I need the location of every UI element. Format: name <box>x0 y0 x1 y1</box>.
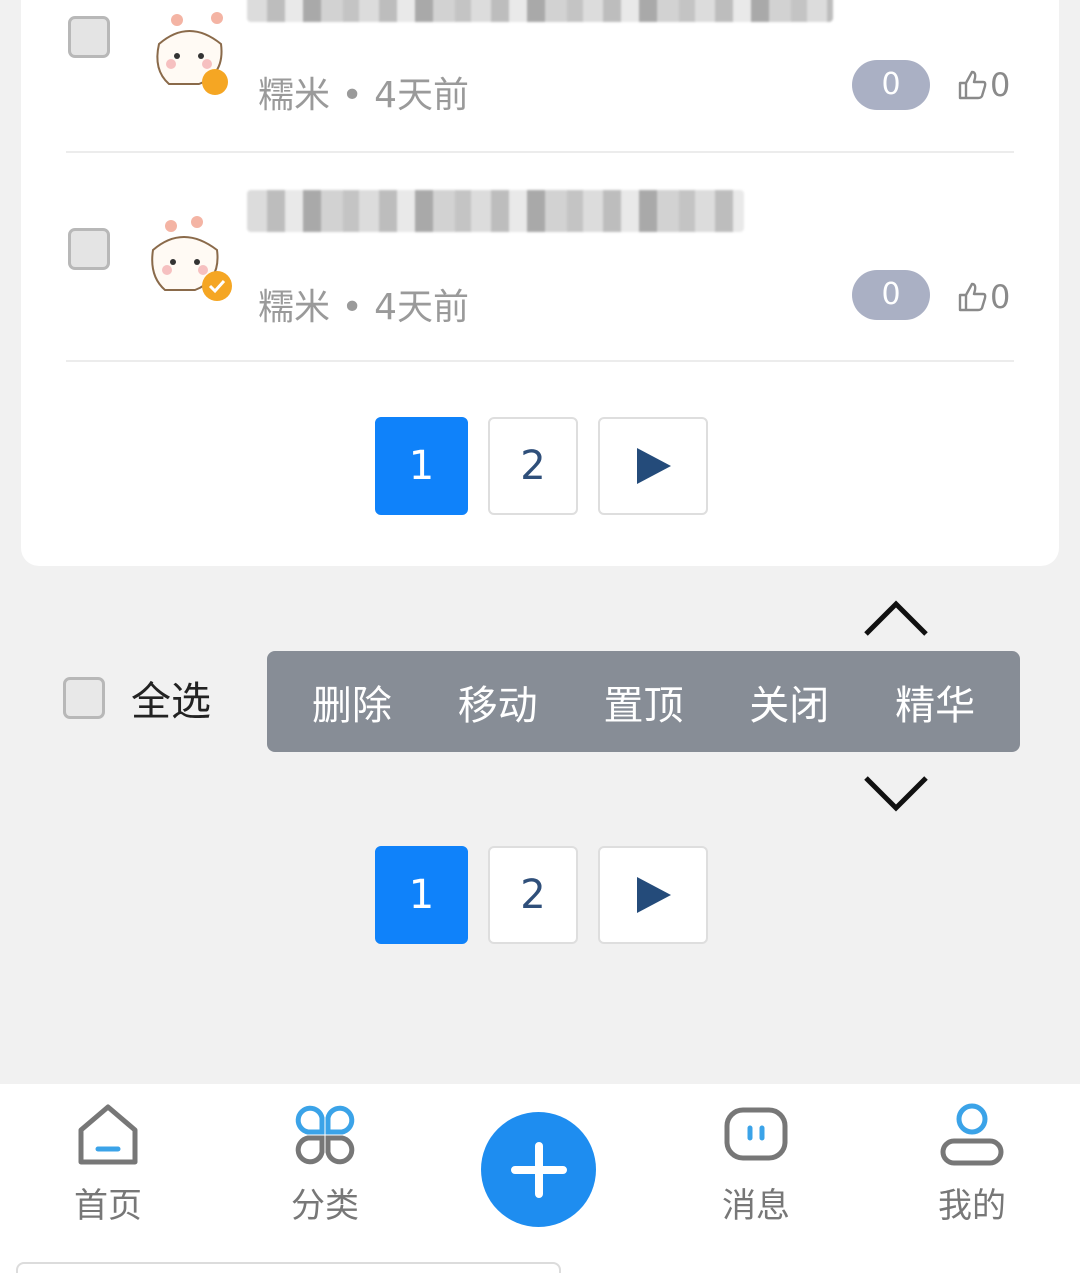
avatar[interactable] <box>139 4 239 104</box>
meta-separator: • <box>341 287 363 328</box>
page-button-2[interactable]: 2 <box>488 846 578 944</box>
post-author: 糯米 <box>258 287 331 328</box>
post-author: 糯米 <box>258 75 331 116</box>
post-time: 4天前 <box>374 287 470 328</box>
input-bar-edge <box>16 1262 561 1273</box>
pin-button[interactable]: 置顶 <box>603 673 683 731</box>
tab-home-label: 首页 <box>74 1186 142 1226</box>
plus-icon <box>510 1141 567 1198</box>
message-icon <box>724 1107 788 1161</box>
post-meta: 糯米 • 4天前 <box>258 278 469 330</box>
screen: 糯米 • 4天前 0 0 糯米 • 4天前 0 0 1 2 全选 删除 移动 置… <box>0 0 1080 1273</box>
reply-count-badge: 0 <box>852 270 930 320</box>
avatar[interactable] <box>139 210 239 310</box>
tab-mine-label: 我的 <box>938 1186 1006 1226</box>
tab-messages[interactable]: 消息 <box>681 1084 831 1227</box>
pagination-bottom: 1 2 <box>375 846 708 944</box>
divider <box>66 151 1014 153</box>
select-all[interactable]: 全选 <box>63 669 211 727</box>
post-time: 4天前 <box>374 75 470 116</box>
move-button[interactable]: 移动 <box>458 673 538 731</box>
select-all-label: 全选 <box>131 679 211 725</box>
close-button[interactable]: 关闭 <box>749 673 829 731</box>
thumbs-up-icon <box>958 282 987 312</box>
batch-action-bar: 删除 移动 置顶 关闭 精华 <box>267 651 1020 752</box>
like-count: 0 <box>990 66 1011 104</box>
post-title[interactable] <box>247 0 833 22</box>
page-button-1[interactable]: 1 <box>375 846 468 944</box>
play-arrow-icon <box>637 877 671 913</box>
add-post-button[interactable] <box>481 1112 596 1227</box>
like-count: 0 <box>990 278 1011 316</box>
post-meta: 糯米 • 4天前 <box>258 66 469 118</box>
post-checkbox[interactable] <box>68 228 110 270</box>
next-page-button[interactable] <box>598 417 708 515</box>
category-icon <box>295 1105 355 1165</box>
chevron-down-icon[interactable] <box>862 772 930 816</box>
tab-mine[interactable]: 我的 <box>897 1084 1047 1227</box>
meta-separator: • <box>341 75 363 116</box>
tab-category[interactable]: 分类 <box>250 1084 400 1227</box>
featured-button[interactable]: 精华 <box>895 673 975 731</box>
play-arrow-icon <box>637 448 671 484</box>
pagination-top: 1 2 <box>375 417 708 515</box>
select-all-checkbox[interactable] <box>63 677 105 719</box>
bottom-tab-bar: 首页 分类 消息 我的 <box>0 1084 1080 1273</box>
reply-count-badge: 0 <box>852 60 930 110</box>
like-button[interactable]: 0 <box>956 278 1010 316</box>
chevron-up-icon[interactable] <box>862 596 930 640</box>
delete-button[interactable]: 删除 <box>312 673 392 731</box>
post-checkbox[interactable] <box>68 16 110 58</box>
like-button[interactable]: 0 <box>956 66 1010 104</box>
tab-messages-label: 消息 <box>722 1186 790 1226</box>
tab-home[interactable]: 首页 <box>33 1084 183 1227</box>
home-icon <box>78 1104 138 1165</box>
thumbs-up-icon <box>958 70 987 100</box>
page-button-2[interactable]: 2 <box>488 417 578 515</box>
next-page-button[interactable] <box>598 846 708 944</box>
user-icon <box>940 1103 1004 1166</box>
page-button-1[interactable]: 1 <box>375 417 468 515</box>
post-title[interactable] <box>247 190 744 232</box>
tab-category-label: 分类 <box>291 1186 359 1226</box>
divider <box>66 360 1014 362</box>
